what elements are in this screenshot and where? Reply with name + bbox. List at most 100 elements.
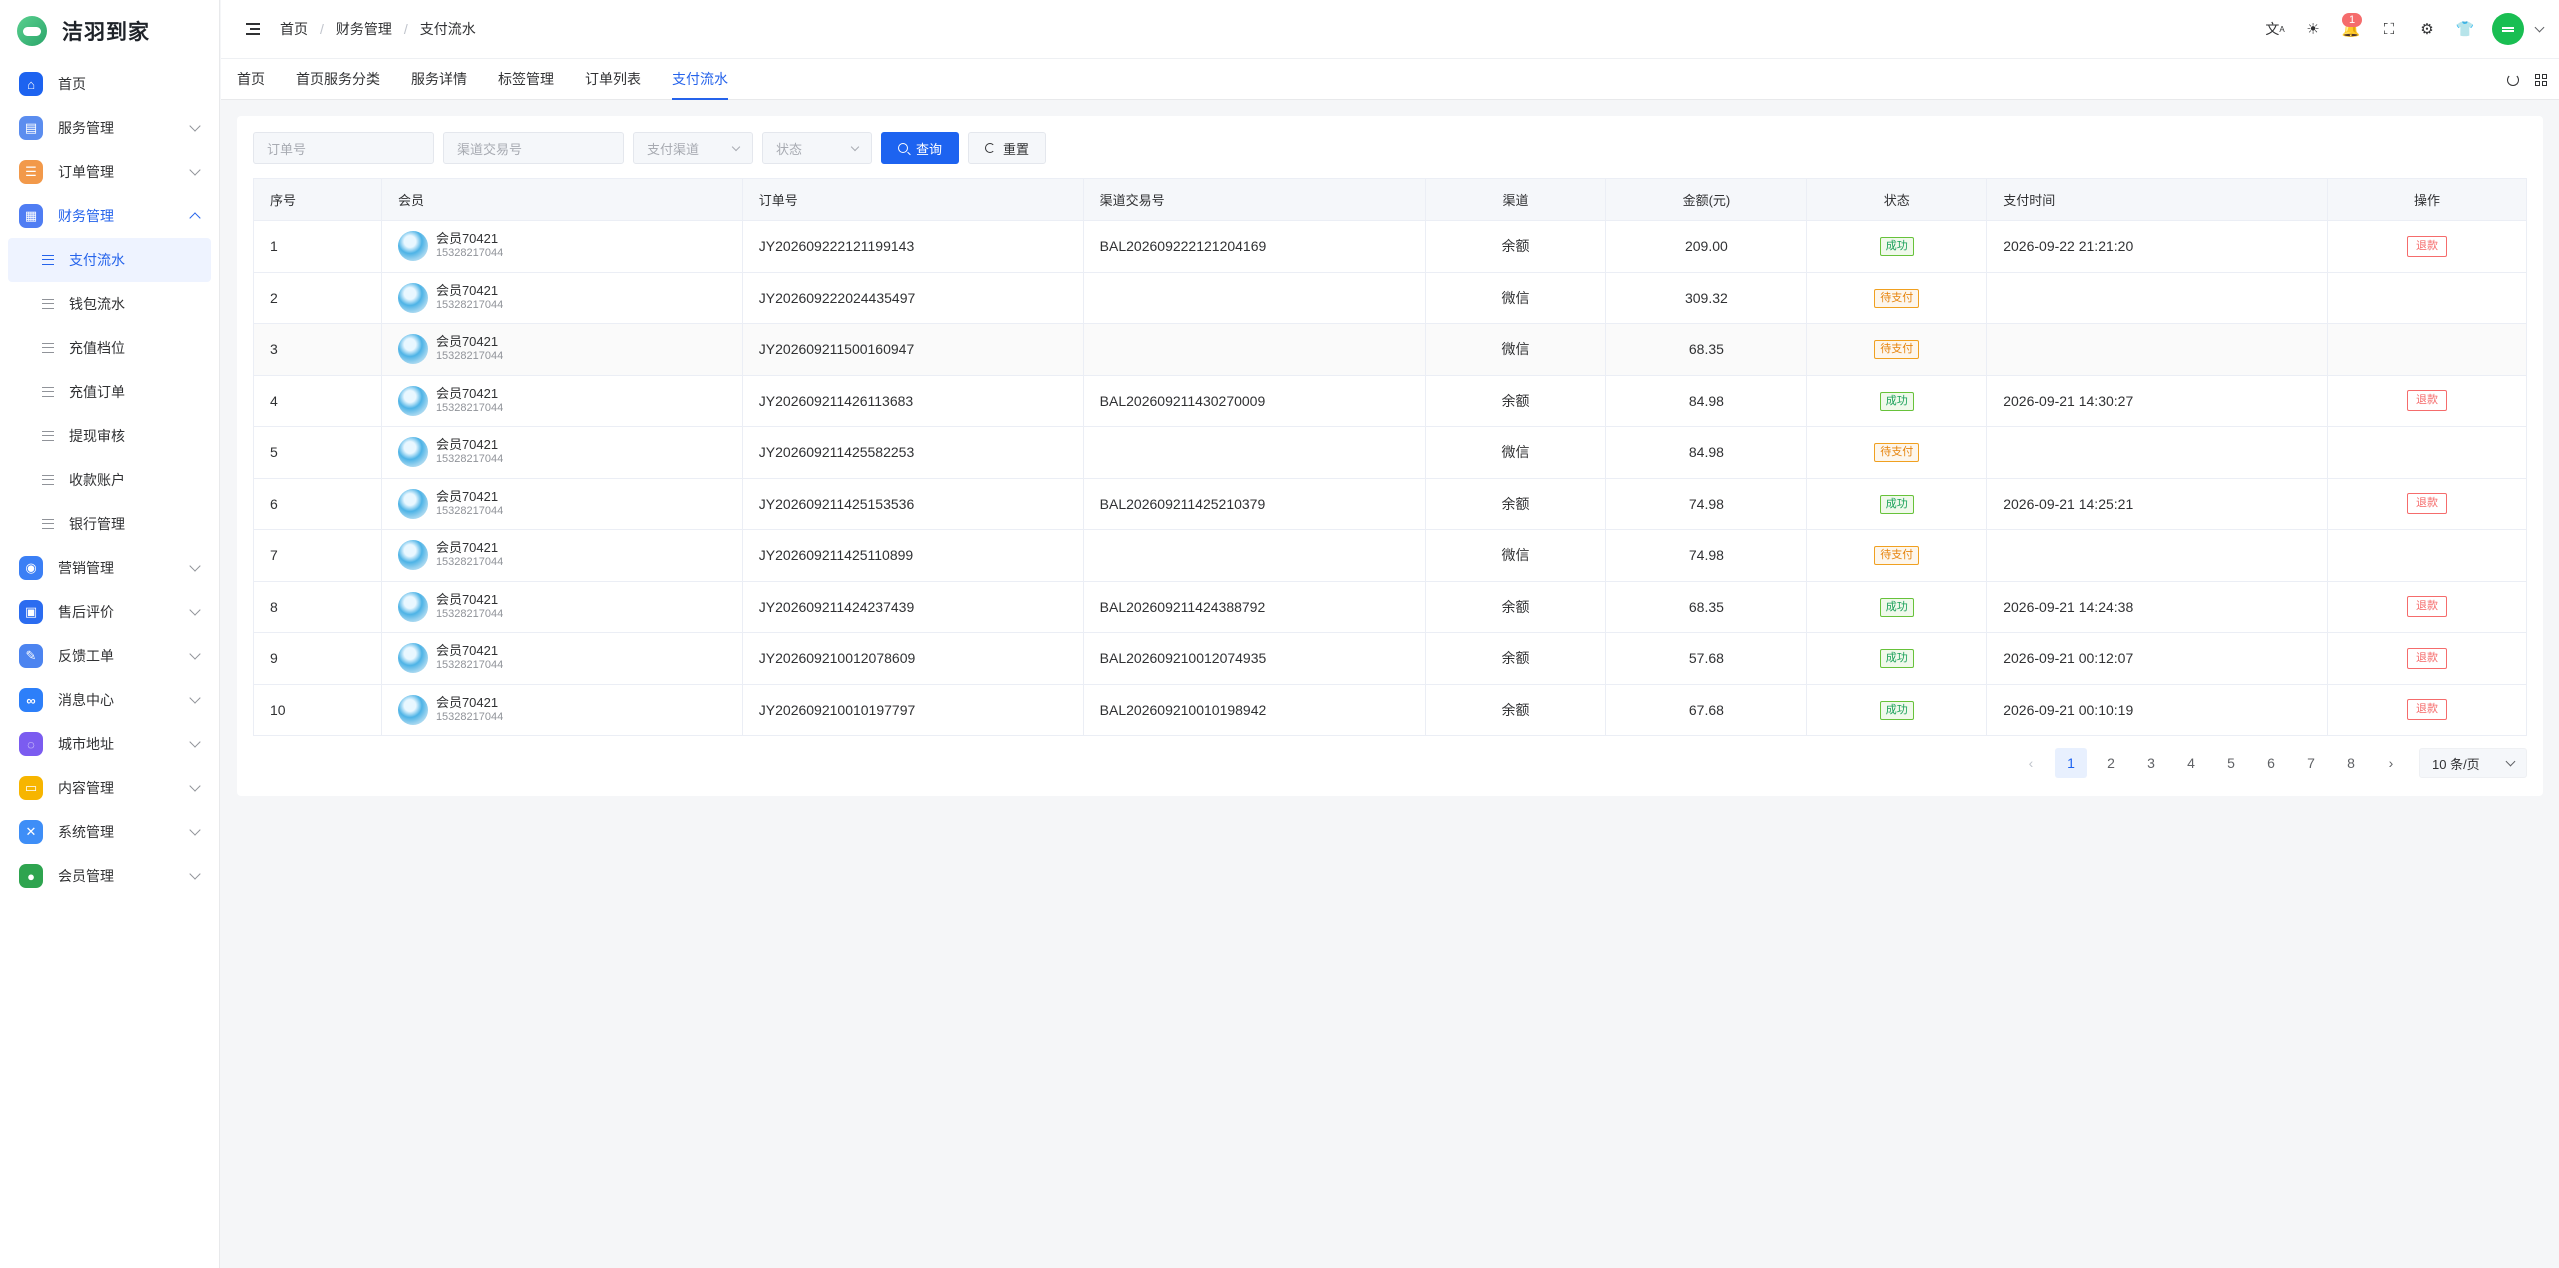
sidebar-subitem-label: 支付流水 bbox=[69, 252, 125, 268]
sidebar-item-feedback[interactable]: ✎ 反馈工单 bbox=[0, 634, 219, 678]
sidebar-subitem[interactable]: 收款账户 bbox=[0, 458, 219, 502]
member-phone: 15328217044 bbox=[435, 504, 504, 517]
cell-channel: 微信 bbox=[1424, 323, 1607, 376]
page-number-button[interactable]: 1 bbox=[2055, 748, 2087, 778]
tab-1[interactable]: 首页服务分类 bbox=[296, 59, 380, 99]
settings-gear-icon[interactable]: ⚙ bbox=[2408, 10, 2446, 48]
page-number-button[interactable]: 6 bbox=[2255, 748, 2287, 778]
sidebar-item-tools[interactable]: ✕ 系统管理 bbox=[0, 810, 219, 854]
shirt-icon[interactable]: 👕 bbox=[2446, 10, 2484, 48]
sidebar-item-marketing[interactable]: ◉ 营销管理 bbox=[0, 546, 219, 590]
sidebar-subitem[interactable]: 提现审核 bbox=[0, 414, 219, 458]
user-avatar[interactable] bbox=[2492, 13, 2524, 45]
member-info: 会员70421 15328217044 bbox=[397, 643, 742, 674]
page-size-select[interactable]: 10 条/页 bbox=[2419, 748, 2527, 778]
status-select[interactable]: 状态 bbox=[762, 132, 872, 164]
sidebar-item-apps[interactable]: ▣ 售后评价 bbox=[0, 590, 219, 634]
cell-actions bbox=[2327, 426, 2527, 479]
breadcrumb-home[interactable]: 首页 bbox=[280, 19, 308, 39]
page-tabs: 首页 首页服务分类 服务详情 标签管理 订单列表 支付流水 bbox=[221, 58, 2559, 100]
sidebar-subitem[interactable]: 银行管理 bbox=[0, 502, 219, 546]
refresh-icon[interactable] bbox=[2507, 74, 2519, 86]
sidebar-item-user[interactable]: ● 会员管理 bbox=[0, 854, 219, 898]
tab-4[interactable]: 订单列表 bbox=[585, 59, 641, 99]
notification-bell-icon[interactable]: 🔔 1 bbox=[2332, 10, 2370, 48]
pay-channel-select[interactable]: 支付渠道 bbox=[633, 132, 753, 164]
pay-channel-placeholder: 支付渠道 bbox=[647, 141, 700, 157]
tab-0[interactable]: 首页 bbox=[237, 59, 265, 99]
sidebar-item-clipboard[interactable]: ▤ 服务管理 bbox=[0, 106, 219, 150]
next-page-button[interactable]: › bbox=[2375, 748, 2407, 778]
layout-grid-icon[interactable] bbox=[2535, 74, 2547, 86]
app-logo[interactable]: 洁羽到家 bbox=[0, 0, 219, 62]
member-avatar bbox=[397, 591, 428, 622]
sidebar-subitem[interactable]: 支付流水 bbox=[8, 238, 211, 282]
cell-member: 会员70421 15328217044 bbox=[380, 477, 743, 530]
sidebar-item-finance[interactable]: ▦ 财务管理 bbox=[0, 194, 219, 238]
prev-page-button[interactable]: ‹ bbox=[2015, 748, 2047, 778]
cell-amount: 68.35 bbox=[1605, 580, 1808, 633]
cell-member: 会员70421 15328217044 bbox=[380, 683, 743, 736]
reset-button[interactable]: 重置 bbox=[968, 132, 1047, 164]
channel-txn-input[interactable]: 渠道交易号 bbox=[443, 132, 624, 164]
refund-button[interactable]: 退款 bbox=[2407, 235, 2448, 257]
sidebar-subitem-label: 银行管理 bbox=[69, 516, 125, 532]
tab-5[interactable]: 支付流水 bbox=[672, 59, 728, 100]
refund-button[interactable]: 退款 bbox=[2407, 390, 2448, 412]
member-info: 会员70421 15328217044 bbox=[397, 437, 742, 468]
theme-toggle-icon[interactable]: ☀ bbox=[2294, 10, 2332, 48]
fullscreen-icon[interactable]: ⛶ bbox=[2370, 10, 2408, 48]
refund-button[interactable]: 退款 bbox=[2407, 493, 2448, 515]
cell-index: 1 bbox=[253, 220, 382, 273]
cell-index: 6 bbox=[253, 477, 382, 530]
translate-icon[interactable]: 文A bbox=[2256, 10, 2294, 48]
collapse-menu-icon[interactable] bbox=[246, 23, 260, 35]
cell-order-no: JY202609211425582253 bbox=[741, 426, 1084, 479]
cell-member: 会员70421 15328217044 bbox=[380, 580, 743, 633]
page-number-button[interactable]: 2 bbox=[2095, 748, 2127, 778]
cell-order-no: JY202609211424237439 bbox=[741, 580, 1084, 633]
member-name: 会员70421 bbox=[435, 591, 499, 607]
member-name: 会员70421 bbox=[435, 694, 499, 710]
user-menu-chevron-down-icon[interactable] bbox=[2534, 22, 2545, 32]
order-no-input[interactable]: 订单号 bbox=[253, 132, 434, 164]
list-icon bbox=[42, 343, 54, 353]
refund-button[interactable]: 退款 bbox=[2407, 596, 2448, 618]
member-phone: 15328217044 bbox=[435, 453, 504, 466]
chevron-down-icon bbox=[850, 142, 860, 151]
cell-order-no: JY202609210012078609 bbox=[741, 632, 1084, 685]
member-phone: 15328217044 bbox=[435, 401, 504, 414]
sidebar-item-home[interactable]: ⌂ 首页 bbox=[0, 62, 219, 106]
sidebar-subitem[interactable]: 充值档位 bbox=[0, 326, 219, 370]
cell-pay-time bbox=[1986, 529, 2329, 582]
breadcrumb-finance[interactable]: 财务管理 bbox=[336, 19, 392, 39]
sidebar-item-planet[interactable]: ◌ 城市地址 bbox=[0, 722, 219, 766]
cell-member: 会员70421 15328217044 bbox=[380, 632, 743, 685]
page-number-button[interactable]: 3 bbox=[2135, 748, 2167, 778]
tab-2[interactable]: 服务详情 bbox=[411, 59, 467, 99]
cell-actions: 退款 bbox=[2327, 220, 2527, 273]
cell-order-no: JY202609210010197797 bbox=[741, 683, 1084, 736]
sidebar-subitem[interactable]: 充值订单 bbox=[0, 370, 219, 414]
tab-3[interactable]: 标签管理 bbox=[498, 59, 554, 99]
sidebar-subitem-label: 收款账户 bbox=[69, 472, 125, 488]
refund-button[interactable]: 退款 bbox=[2407, 647, 2448, 669]
sidebar-item-link[interactable]: ∞ 消息中心 bbox=[0, 678, 219, 722]
cell-channel: 微信 bbox=[1424, 529, 1607, 582]
payment-flow-panel: 订单号 渠道交易号 支付渠道 状态 查询 重置 序号 会员 订单号 渠道交易号 … bbox=[237, 116, 2543, 796]
page-number-button[interactable]: 4 bbox=[2175, 748, 2207, 778]
page-number-button[interactable]: 5 bbox=[2215, 748, 2247, 778]
sidebar-item-order-list[interactable]: ☰ 订单管理 bbox=[0, 150, 219, 194]
search-button[interactable]: 查询 bbox=[881, 132, 960, 164]
page-number-button[interactable]: 8 bbox=[2335, 748, 2367, 778]
sidebar-subitem[interactable]: 钱包流水 bbox=[0, 282, 219, 326]
chevron-down-icon bbox=[2505, 756, 2516, 766]
table-row: 2 会员70421 15328217044 JY202609222024435497 微… bbox=[253, 271, 2527, 324]
refund-button[interactable]: 退款 bbox=[2407, 699, 2448, 721]
sidebar-item-folder[interactable]: ▭ 内容管理 bbox=[0, 766, 219, 810]
member-avatar bbox=[397, 540, 428, 571]
cell-channel-txn: BAL202609222121204169 bbox=[1082, 220, 1426, 273]
chevron-down-icon bbox=[189, 824, 201, 836]
page-number-button[interactable]: 7 bbox=[2295, 748, 2327, 778]
table-row: 7 会员70421 15328217044 JY202609211425110899 微… bbox=[253, 529, 2527, 582]
